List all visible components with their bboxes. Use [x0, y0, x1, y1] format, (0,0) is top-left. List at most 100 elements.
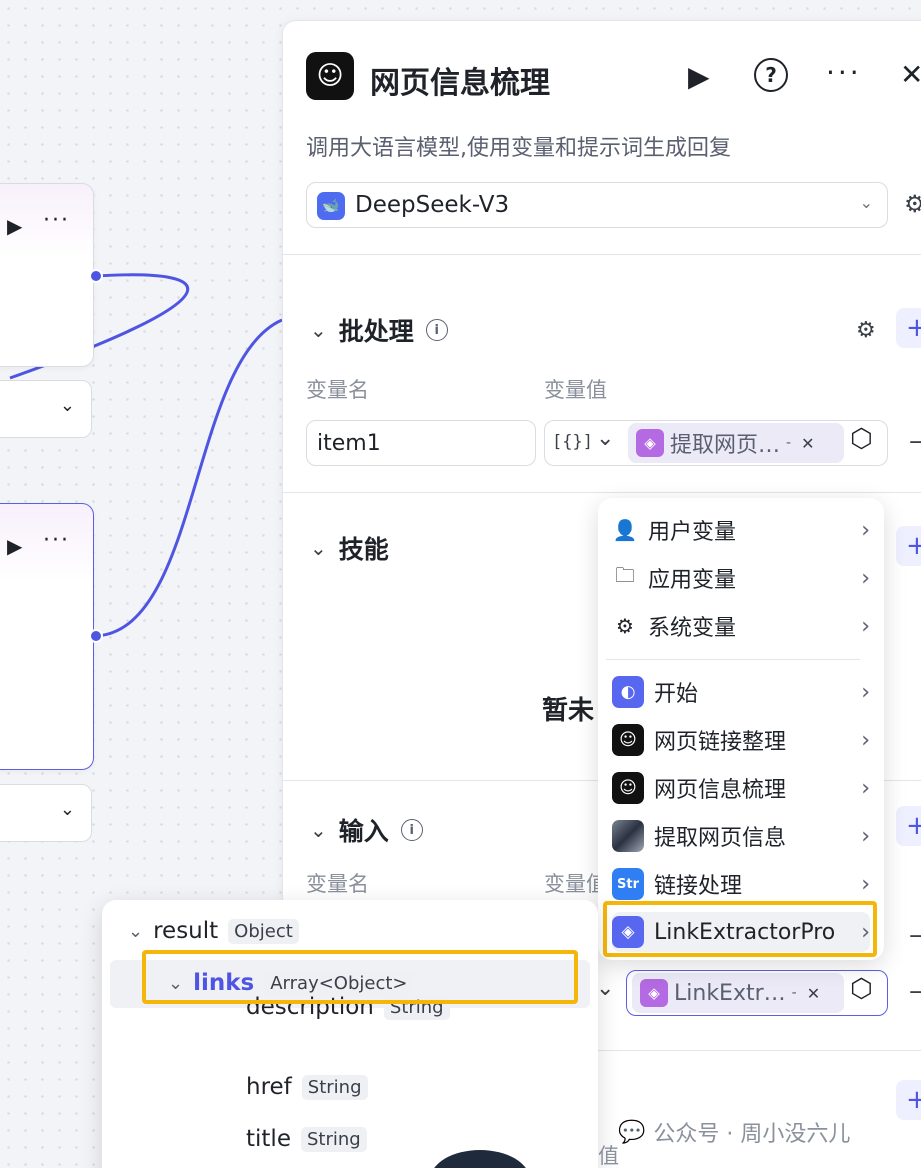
start-node-icon: ◐ — [612, 676, 644, 708]
chevron-right-icon: › — [861, 613, 870, 639]
chevron-right-icon: › — [861, 517, 870, 543]
canvas-node-top[interactable]: ▶ ··· — [0, 183, 94, 367]
deepseek-icon: 🐋 — [317, 192, 345, 220]
chevron-down-icon: ⌄ — [59, 799, 75, 820]
menu-item-start[interactable]: ◐ 开始 › — [612, 672, 870, 712]
more-icon[interactable]: ··· — [43, 528, 70, 553]
image-node-icon — [612, 820, 644, 852]
chevron-down-icon: ⌄ — [310, 536, 327, 560]
remove-row-icon[interactable]: − — [908, 924, 921, 949]
chevron-right-icon: › — [861, 823, 870, 849]
run-node-icon[interactable]: ▶ — [7, 534, 22, 558]
add-output-button[interactable]: + — [896, 1080, 921, 1120]
field-name: result — [153, 918, 219, 944]
batch-settings-icon[interactable]: ⚙ — [856, 318, 876, 343]
more-icon[interactable]: ··· — [43, 208, 70, 233]
tree-row-href[interactable]: href String — [246, 1074, 368, 1100]
column-label-name: 变量名 — [306, 872, 369, 896]
input-value-chip[interactable]: ◈ LinkExtr… - ✕ — [632, 973, 844, 1013]
bot-icon: ☺ — [612, 724, 644, 756]
chevron-down-icon: ⌄ — [310, 318, 327, 342]
field-type-tag: String — [301, 1074, 368, 1100]
variable-picker-icon[interactable]: ⬡ — [850, 974, 873, 1004]
info-icon[interactable]: i — [400, 819, 423, 841]
menu-item-info-organize[interactable]: ☺ 网页信息梳理 › — [612, 768, 870, 808]
menu-item-user-vars[interactable]: 👤 用户变量 › — [612, 510, 870, 550]
chevron-right-icon: › — [861, 727, 870, 753]
canvas-node-mid[interactable]: ▶ ··· — [0, 503, 94, 770]
gear-icon: ⚙ — [616, 614, 634, 638]
batch-value-chip[interactable]: ◈ 提取网页… - ✕ — [628, 423, 844, 463]
watermark: 💬 公众号 · 周小没六儿 — [618, 1116, 850, 1148]
chevron-down-icon[interactable]: ⌄ — [128, 921, 143, 942]
menu-item-link-process[interactable]: Str 链接处理 › — [612, 864, 870, 904]
output-port[interactable] — [89, 629, 103, 643]
field-type-tag: Object — [228, 918, 299, 944]
chevron-right-icon: › — [861, 871, 870, 897]
add-batch-button[interactable]: + — [896, 308, 921, 348]
batch-var-name-input[interactable]: item1 — [306, 420, 536, 466]
add-skill-button[interactable]: + — [896, 526, 921, 566]
chevron-down-icon: ⌄ — [310, 818, 327, 842]
menu-item-label: 应用变量 — [648, 568, 737, 593]
chevron-down-icon: ⌄ — [59, 395, 75, 416]
watermark-text: 公众号 · 周小没六儿 — [653, 1122, 851, 1147]
chevron-down-icon: ⌄ — [859, 193, 873, 212]
remove-row-icon[interactable]: − — [908, 430, 921, 455]
menu-item-app-vars[interactable]: 🗀 应用变量 › — [612, 558, 870, 598]
variable-picker-icon[interactable]: ⬡ — [850, 424, 873, 454]
run-icon[interactable]: ▶ — [688, 60, 710, 93]
close-icon[interactable]: ✕ — [900, 58, 921, 91]
divider — [282, 254, 921, 255]
chip-separator: - — [786, 435, 792, 451]
model-name: DeepSeek-V3 — [355, 192, 510, 218]
tree-row-title[interactable]: title String — [246, 1126, 367, 1152]
folder-icon: 🗀 — [615, 563, 635, 587]
tree-row-result[interactable]: ⌄ result Object — [128, 918, 299, 944]
menu-item-system-vars[interactable]: ⚙ 系统变量 › — [612, 606, 870, 646]
chevron-right-icon: › — [861, 565, 870, 591]
section-title: 批处理 — [338, 317, 414, 346]
menu-item-label: 网页链接整理 — [654, 730, 787, 755]
menu-item-extract-info[interactable]: 提取网页信息 › — [612, 816, 870, 856]
panel-description: 调用大语言模型,使用变量和提示词生成回复 — [306, 136, 731, 161]
str-node-icon: Str — [612, 868, 644, 900]
field-name: title — [246, 1126, 291, 1152]
chevron-down-icon[interactable]: ⌄ — [596, 426, 614, 451]
cube-icon: ◈ — [640, 979, 668, 1007]
more-icon[interactable]: ··· — [826, 56, 862, 89]
canvas-node-select-top[interactable]: ⌄ — [0, 380, 92, 438]
user-icon: 👤 — [612, 518, 638, 542]
bot-icon: ☺ — [306, 52, 354, 100]
batch-section-header[interactable]: ⌄ 批处理 i — [310, 312, 448, 348]
canvas-node-select-mid[interactable]: ⌄ — [0, 784, 92, 842]
menu-item-label: 系统变量 — [648, 616, 737, 641]
chevron-down-icon[interactable]: ⌄ — [596, 976, 614, 1001]
section-title: 技能 — [338, 535, 389, 564]
divider — [282, 492, 921, 493]
menu-item-label: 开始 — [654, 682, 699, 707]
menu-item-link-organize[interactable]: ☺ 网页链接整理 › — [612, 720, 870, 760]
chip-label: 提取网页… — [670, 433, 781, 458]
cube-icon: ◈ — [636, 429, 664, 457]
output-port[interactable] — [89, 269, 103, 283]
input-section-header[interactable]: ⌄ 输入 i — [310, 812, 423, 848]
info-icon[interactable]: i — [425, 319, 448, 341]
type-array-object-icon[interactable]: [{}] — [552, 432, 593, 452]
help-icon[interactable]: ? — [754, 58, 788, 92]
partial-column-label: 值 — [598, 1144, 619, 1168]
run-node-icon[interactable]: ▶ — [7, 214, 22, 238]
highlight-box — [603, 901, 877, 957]
chip-label: LinkExtr… — [674, 980, 786, 1006]
field-type-tag: String — [300, 1126, 367, 1152]
remove-chip-icon[interactable]: ✕ — [807, 984, 820, 1003]
model-settings-icon[interactable]: ⚙ — [904, 190, 921, 218]
skills-section-header[interactable]: ⌄ 技能 — [310, 530, 389, 566]
wechat-icon: 💬 — [618, 1119, 646, 1145]
chevron-right-icon: › — [861, 775, 870, 801]
add-input-button[interactable]: + — [896, 806, 921, 846]
model-select[interactable]: 🐋 DeepSeek-V3 ⌄ — [306, 182, 888, 228]
field-name: href — [246, 1074, 292, 1100]
remove-row-icon[interactable]: − — [908, 980, 921, 1005]
remove-chip-icon[interactable]: ✕ — [801, 434, 814, 453]
